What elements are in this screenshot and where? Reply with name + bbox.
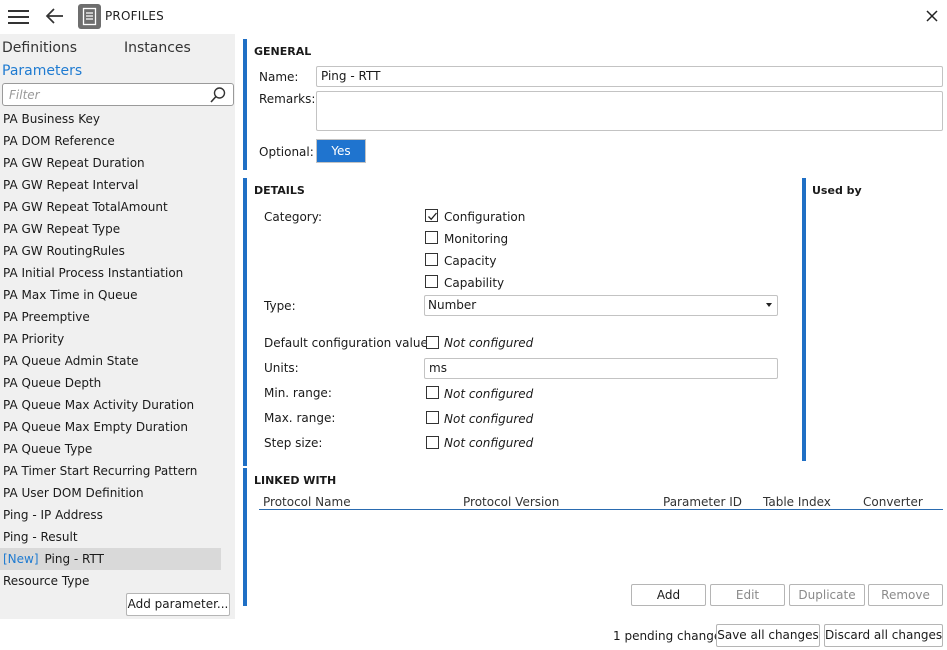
hamburger-menu-icon[interactable] (8, 9, 30, 25)
max-range-checkbox[interactable] (426, 411, 439, 424)
column-table-index[interactable]: Table Index (763, 495, 831, 509)
parameter-item[interactable]: PA Initial Process Instantiation (0, 262, 221, 284)
save-all-changes-button[interactable]: Save all changes (716, 624, 820, 647)
parameter-item[interactable]: PA Timer Start Recurring Pattern (0, 460, 221, 482)
min-range-label: Min. range: (264, 386, 332, 400)
optional-toggle[interactable]: Yes (316, 139, 366, 163)
search-icon[interactable] (209, 86, 227, 104)
column-protocol-version[interactable]: Protocol Version (463, 495, 559, 509)
pending-changes-text: 1 pending change (613, 629, 722, 643)
name-label: Name: (259, 70, 299, 84)
sidebar: Definitions Instances Parameters PA Busi… (0, 34, 235, 619)
title-bar: PROFILES (0, 0, 947, 34)
parameter-item-selected[interactable]: [New] Ping - RTT (0, 548, 221, 570)
edit-button[interactable]: Edit (710, 584, 785, 606)
discard-all-changes-button[interactable]: Discard all changes (824, 624, 943, 647)
column-converter[interactable]: Converter (863, 495, 923, 509)
min-range-checkbox[interactable] (426, 386, 439, 399)
filter-box (2, 83, 234, 106)
column-parameter-id[interactable]: Parameter ID (663, 495, 742, 509)
parameter-item[interactable]: PA Queue Admin State (0, 350, 221, 372)
category-capability-checkbox[interactable] (425, 275, 438, 288)
used-by-title: Used by (812, 184, 862, 197)
category-monitoring-label: Monitoring (444, 232, 509, 246)
parameter-item[interactable]: Resource Type (0, 570, 221, 592)
parameter-item[interactable]: Ping - IP Address (0, 504, 221, 526)
remove-button[interactable]: Remove (868, 584, 943, 606)
step-size-label: Step size: (264, 436, 323, 450)
step-size-checkbox[interactable] (426, 436, 439, 449)
tab-instances[interactable]: Instances (124, 40, 191, 56)
parameter-item[interactable]: PA Queue Depth (0, 372, 221, 394)
category-capacity-label: Capacity (444, 254, 497, 268)
type-label: Type: (264, 299, 296, 313)
optional-label: Optional: (259, 145, 314, 159)
max-range-label: Max. range: (264, 411, 336, 425)
add-button[interactable]: Add (631, 584, 706, 606)
parameter-item[interactable]: PA GW Repeat Type (0, 218, 221, 240)
new-tag: [New] (3, 552, 39, 566)
parameter-item[interactable]: PA Queue Max Empty Duration (0, 416, 221, 438)
checkmark-icon (428, 212, 437, 221)
parameter-item[interactable]: PA GW RoutingRules (0, 240, 221, 262)
default-config-checkbox[interactable] (426, 336, 439, 349)
category-label: Category: (264, 210, 322, 224)
duplicate-button[interactable]: Duplicate (789, 584, 865, 606)
category-configuration-checkbox[interactable] (425, 209, 438, 222)
linked-with-title: LINKED WITH (254, 474, 337, 487)
parameter-item[interactable]: PA Business Key (0, 108, 221, 130)
table-header-divider (259, 509, 943, 510)
close-icon[interactable] (924, 8, 940, 24)
default-config-value: Not configured (444, 336, 534, 350)
max-range-value: Not configured (444, 412, 534, 426)
used-by-section (802, 178, 947, 461)
units-label: Units: (264, 361, 299, 375)
parameter-item[interactable]: PA Preemptive (0, 306, 221, 328)
chevron-down-icon (766, 303, 772, 307)
min-range-value: Not configured (444, 387, 534, 401)
remarks-label: Remarks: (259, 92, 316, 106)
parameter-item[interactable]: PA GW Repeat Duration (0, 152, 221, 174)
general-section-title: GENERAL (254, 45, 312, 58)
column-protocol-name[interactable]: Protocol Name (263, 495, 351, 509)
tab-parameters[interactable]: Parameters (2, 63, 82, 79)
category-configuration-label: Configuration (444, 210, 526, 224)
remarks-textarea[interactable] (316, 91, 943, 131)
parameter-item[interactable]: PA User DOM Definition (0, 482, 221, 504)
name-input[interactable]: Ping - RTT (316, 66, 943, 87)
parameter-item[interactable]: PA Queue Max Activity Duration (0, 394, 221, 416)
parameter-item[interactable]: PA Max Time in Queue (0, 284, 221, 306)
default-config-label: Default configuration value: (264, 336, 432, 350)
type-dropdown-value: Number (428, 298, 477, 312)
filter-input[interactable] (9, 86, 199, 103)
parameter-item[interactable]: Ping - Result (0, 526, 221, 548)
tab-definitions[interactable]: Definitions (2, 40, 77, 56)
units-input[interactable]: ms (424, 358, 778, 379)
type-dropdown[interactable]: Number (424, 295, 778, 316)
details-section-title: DETAILS (254, 184, 305, 197)
parameter-item[interactable]: PA Priority (0, 328, 221, 350)
step-size-value: Not configured (444, 436, 534, 450)
back-arrow-icon[interactable] (44, 6, 66, 26)
category-capability-label: Capability (444, 276, 505, 290)
category-monitoring-checkbox[interactable] (425, 231, 438, 244)
parameter-item[interactable]: PA GW Repeat Interval (0, 174, 221, 196)
parameter-item[interactable]: PA GW Repeat TotalAmount (0, 196, 221, 218)
parameter-item-label: Ping - RTT (44, 552, 104, 566)
profiles-app-icon (78, 4, 101, 29)
add-parameter-button[interactable]: Add parameter... (126, 593, 230, 616)
parameter-item[interactable]: PA DOM Reference (0, 130, 221, 152)
category-capacity-checkbox[interactable] (425, 253, 438, 266)
parameter-item[interactable]: PA Queue Type (0, 438, 221, 460)
window-title: PROFILES (105, 9, 164, 23)
